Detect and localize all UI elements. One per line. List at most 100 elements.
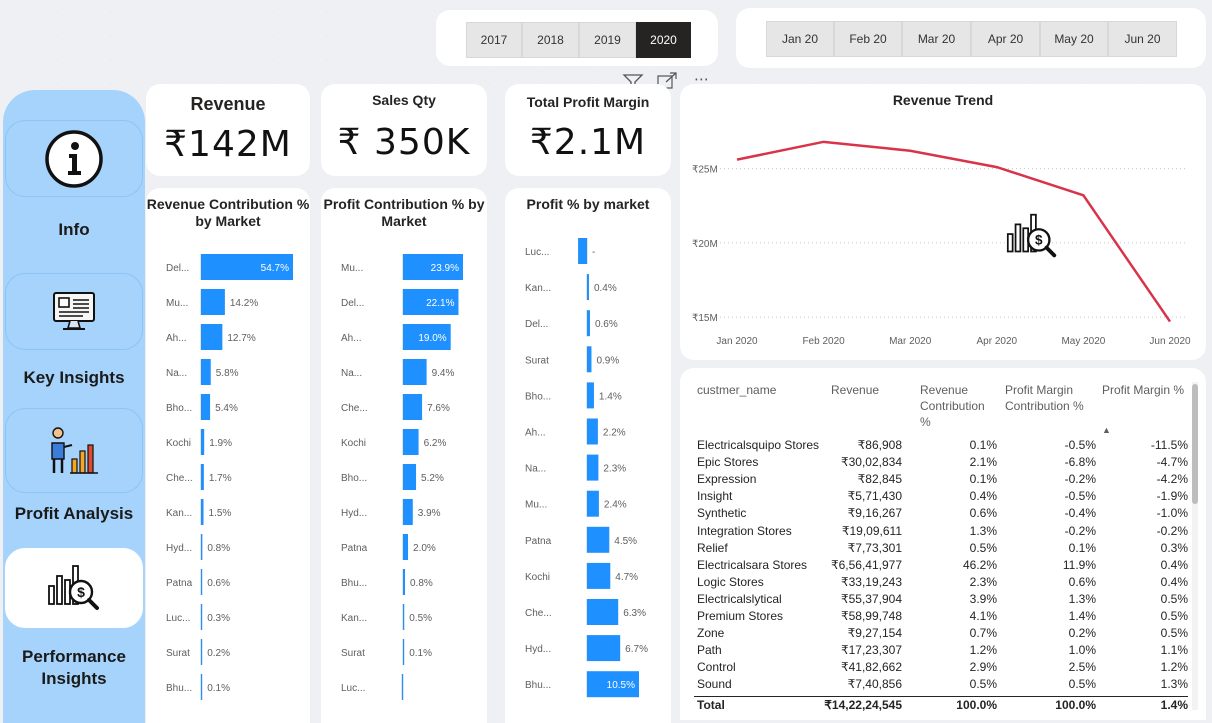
bar-data-label: 2.2% xyxy=(603,428,626,439)
bar-data-label: 10.5% xyxy=(607,680,635,691)
table-row[interactable]: Expression ₹82,845 0.1% -0.2% -4.2% xyxy=(694,471,1188,488)
table-row[interactable]: Path ₹17,23,307 1.2% 1.0% 1.1% xyxy=(694,642,1188,659)
month-may-button[interactable]: May 20 xyxy=(1040,21,1108,57)
table-cell: 11.9% xyxy=(1062,557,1096,572)
bar-category-label: Ah... xyxy=(341,333,362,344)
x-tick-label: Jun 2020 xyxy=(1149,336,1191,347)
month-jun-button[interactable]: Jun 20 xyxy=(1108,21,1177,57)
bar-data-label: 4.7% xyxy=(615,572,638,583)
bar-data-label: 0.9% xyxy=(596,355,619,366)
table-cell: 0.1% xyxy=(1068,540,1096,555)
col-header-customer[interactable]: custmer_name xyxy=(697,382,776,398)
month-jan-button[interactable]: Jan 20 xyxy=(766,21,834,57)
table-cell: 1.3% xyxy=(1160,677,1188,692)
year-2020-button[interactable]: 2020 xyxy=(636,22,691,58)
table-row[interactable]: Synthetic ₹9,16,267 0.6% -0.4% -1.0% xyxy=(694,505,1188,522)
table-row[interactable]: Electricalsara Stores ₹6,56,41,977 46.2% 11… xyxy=(694,557,1188,574)
bar-data-label: 0.6% xyxy=(595,319,618,330)
bar-category-label: Del... xyxy=(341,298,364,309)
table-cell: Sound xyxy=(697,677,732,692)
table-cell: 1.2% xyxy=(1160,660,1188,675)
svg-text:$: $ xyxy=(77,584,85,600)
month-apr-button[interactable]: Apr 20 xyxy=(971,21,1040,57)
bar-data-label: 0.4% xyxy=(594,283,617,294)
chart-magnifier-icon: $ xyxy=(48,565,99,610)
table-cell: -0.2% xyxy=(1156,523,1188,538)
bar-data-label: 6.3% xyxy=(623,608,646,619)
profit-margin-title: Total Profit Margin xyxy=(526,94,650,110)
bar-mark xyxy=(201,359,211,385)
nav-performance-insights-label[interactable]: Performance Insights xyxy=(0,646,148,690)
bar-data-label: 1.9% xyxy=(209,438,232,449)
bar-data-label: 0.3% xyxy=(207,613,230,624)
bar-mark xyxy=(201,429,205,455)
y-tick-label: ₹15M xyxy=(692,313,718,324)
table-scroll-thumb[interactable] xyxy=(1192,384,1198,504)
table-cell: 2.9% xyxy=(969,660,997,675)
table-row[interactable]: Integration Stores ₹19,09,611 1.3% -0.2% -0.… xyxy=(694,523,1188,540)
table-row[interactable]: Electricalsquipo Stores ₹86,908 0.1% -0.5% -… xyxy=(694,437,1188,454)
nav-info-tile[interactable] xyxy=(5,120,143,197)
month-feb-button[interactable]: Feb 20 xyxy=(834,21,902,57)
table-row[interactable]: Sound ₹7,40,856 0.5% 0.5% 1.3% xyxy=(694,676,1188,693)
x-tick-label: Feb 2020 xyxy=(802,336,845,347)
bar-mark xyxy=(201,639,203,665)
nav-key-insights-tile[interactable] xyxy=(5,273,143,350)
col-header-revenue[interactable]: Revenue xyxy=(831,382,879,398)
bar-data-label: 3.9% xyxy=(418,508,441,519)
year-2018-button[interactable]: 2018 xyxy=(522,22,579,58)
nav-key-insights-label[interactable]: Key Insights xyxy=(0,367,148,389)
table-total-cell: 1.4% xyxy=(1160,697,1188,712)
table-cell: Electricalslytical xyxy=(697,591,782,606)
bar-data-label: 0.2% xyxy=(207,648,230,659)
bar-mark xyxy=(587,526,610,553)
table-row[interactable]: Relief ₹7,73,301 0.5% 0.1% 0.3% xyxy=(694,540,1188,557)
bar-category-label: Bho... xyxy=(166,403,192,414)
bar-category-label: Na... xyxy=(166,368,187,379)
bar-mark xyxy=(403,639,405,665)
table-cell: 4.1% xyxy=(969,609,997,623)
table-cell: ₹9,16,267 xyxy=(847,506,902,521)
nav-info-label[interactable]: Info xyxy=(0,219,148,241)
table-row[interactable]: Epic Stores ₹30,02,834 2.1% -6.8% -4.7% xyxy=(694,454,1188,471)
bar-mark xyxy=(201,324,223,350)
table-cell: 0.7% xyxy=(969,626,997,641)
nav-performance-insights-tile[interactable]: $ xyxy=(5,548,143,628)
bar-mark xyxy=(403,394,423,420)
table-cell: ₹30,02,834 xyxy=(840,455,902,470)
bar-mark xyxy=(403,604,405,630)
bar-mark xyxy=(403,429,419,455)
table-row[interactable]: Electricalslytical ₹55,37,904 3.9% 1.3% 0.5% xyxy=(694,591,1188,608)
bar-category-label: Che... xyxy=(341,403,368,414)
year-2019-button[interactable]: 2019 xyxy=(579,22,636,58)
sort-ascending-icon[interactable]: ▲ xyxy=(1102,422,1111,438)
table-row[interactable]: Control ₹41,82,662 2.9% 2.5% 1.2% xyxy=(694,659,1188,676)
bar-mark xyxy=(587,454,599,481)
col-header-profit-margin-contribution[interactable]: Profit Margin Contribution % xyxy=(1005,382,1095,414)
bar-data-label: 54.7% xyxy=(261,263,289,274)
bar-mark xyxy=(201,674,203,700)
sales-qty-card: Sales Qty ₹ 350K xyxy=(321,84,487,176)
col-header-profit-margin[interactable]: Profit Margin % xyxy=(1102,382,1192,398)
table-cell: 0.4% xyxy=(969,489,997,504)
year-2017-button[interactable]: 2017 xyxy=(466,22,522,58)
table-row[interactable]: Premium Stores ₹58,99,748 4.1% 1.4% 0.5% xyxy=(694,608,1188,625)
revenue-title: Revenue xyxy=(190,94,266,114)
bar-category-label: Kan... xyxy=(525,283,551,294)
table-row[interactable]: Logic Stores ₹33,19,243 2.3% 0.6% 0.4% xyxy=(694,574,1188,591)
nav-profit-analysis-label[interactable]: Profit Analysis xyxy=(0,503,148,525)
bar-mark xyxy=(587,346,592,373)
table-cell: ₹58,99,748 xyxy=(840,609,902,623)
customer-table: custmer_name Revenue Revenue Contributio… xyxy=(680,368,1206,720)
sales-qty-value: ₹ 350K xyxy=(337,122,471,163)
table-cell: ₹82,845 xyxy=(857,472,902,487)
nav-profit-analysis-tile[interactable] xyxy=(5,408,143,493)
month-mar-button[interactable]: Mar 20 xyxy=(902,21,971,57)
bar-data-label: 5.4% xyxy=(215,403,238,414)
table-cell: ₹5,71,430 xyxy=(847,489,902,504)
bar-category-label: Che... xyxy=(166,473,193,484)
table-row[interactable]: Zone ₹9,27,154 0.7% 0.2% 0.5% xyxy=(694,625,1188,642)
bar-data-label: 1.4% xyxy=(599,391,622,402)
table-row[interactable]: Insight ₹5,71,430 0.4% -0.5% -1.9% xyxy=(694,488,1188,505)
col-header-revenue-contribution[interactable]: Revenue Contribution % xyxy=(920,382,996,430)
